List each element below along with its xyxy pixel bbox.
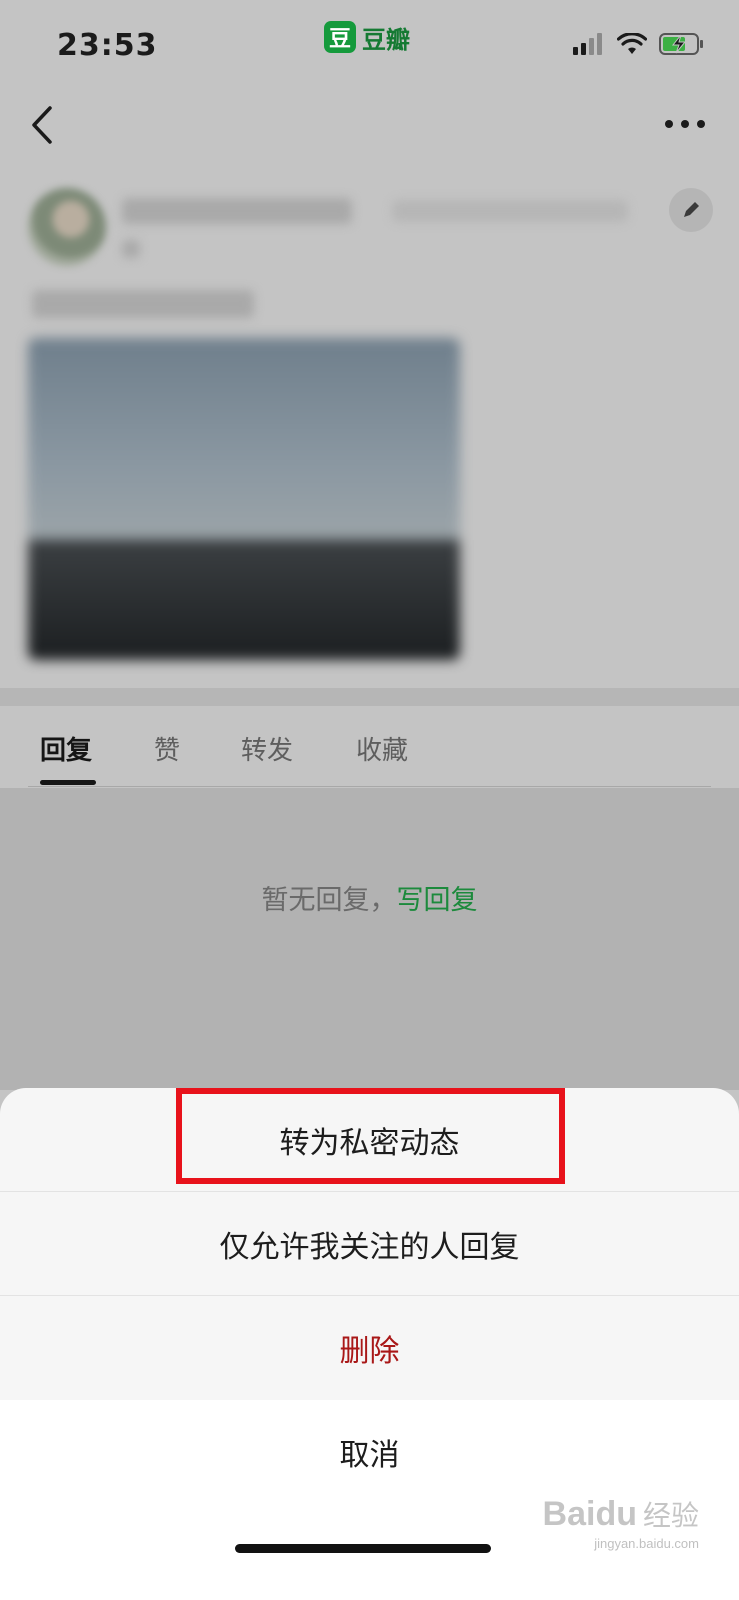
cancel-button[interactable]: 取消 xyxy=(0,1400,739,1504)
followed-only-reply-option[interactable]: 仅允许我关注的人回复 xyxy=(0,1192,739,1295)
watermark-brand: Baidu xyxy=(542,1495,637,1533)
post-photo[interactable] xyxy=(28,338,460,660)
app-name: 豆瓣 xyxy=(362,25,410,54)
watermark-cn: 经验 xyxy=(642,1499,699,1532)
tab-divider xyxy=(28,786,711,787)
tab-reshares[interactable]: 转发 xyxy=(241,730,293,767)
post-text-blurred xyxy=(32,290,254,318)
section-divider xyxy=(0,688,739,706)
edit-button[interactable] xyxy=(669,188,713,232)
watermark-url: jingyan.baidu.com xyxy=(594,1536,699,1551)
douban-logo-icon: 豆 xyxy=(324,21,356,53)
app-indicator: 豆 豆瓣 xyxy=(324,20,410,54)
tab-bar: 回复 赞 转发 收藏 xyxy=(0,706,739,788)
ellipsis-icon xyxy=(665,120,705,128)
photo-buildings xyxy=(28,540,460,660)
meta-blurred xyxy=(392,200,628,222)
status-icons xyxy=(573,32,705,56)
wifi-icon xyxy=(617,33,647,54)
timestamp-blurred xyxy=(122,240,140,258)
tab-collections[interactable]: 收藏 xyxy=(356,730,408,767)
delete-option[interactable]: 删除 xyxy=(0,1296,739,1399)
empty-replies: 暂无回复，写回复 xyxy=(0,878,739,917)
status-time: 23:53 xyxy=(57,28,158,63)
avatar[interactable] xyxy=(28,188,106,266)
write-reply-link[interactable]: 写回复 xyxy=(397,885,478,916)
screen: 23:53 豆 豆瓣 回复 赞 转发 收藏 暂无回复，写回复 转为私密动态 仅允… xyxy=(0,0,739,1600)
back-button[interactable] xyxy=(22,100,62,150)
more-button[interactable] xyxy=(661,108,709,140)
home-indicator[interactable] xyxy=(235,1544,491,1553)
baidu-jingyan-watermark: Baidu 经验 xyxy=(543,1494,699,1534)
red-highlight-annotation xyxy=(176,1088,565,1184)
battery-charging-icon xyxy=(659,33,703,55)
username-blurred xyxy=(122,198,352,224)
tab-replies[interactable]: 回复 xyxy=(40,730,92,767)
signal-icon xyxy=(573,33,602,55)
pencil-icon xyxy=(684,202,699,217)
reply-list xyxy=(0,788,739,1090)
empty-replies-text: 暂无回复， xyxy=(261,885,397,916)
chevron-left-icon xyxy=(32,106,52,144)
tab-likes[interactable]: 赞 xyxy=(154,730,180,767)
active-tab-indicator xyxy=(40,780,96,785)
